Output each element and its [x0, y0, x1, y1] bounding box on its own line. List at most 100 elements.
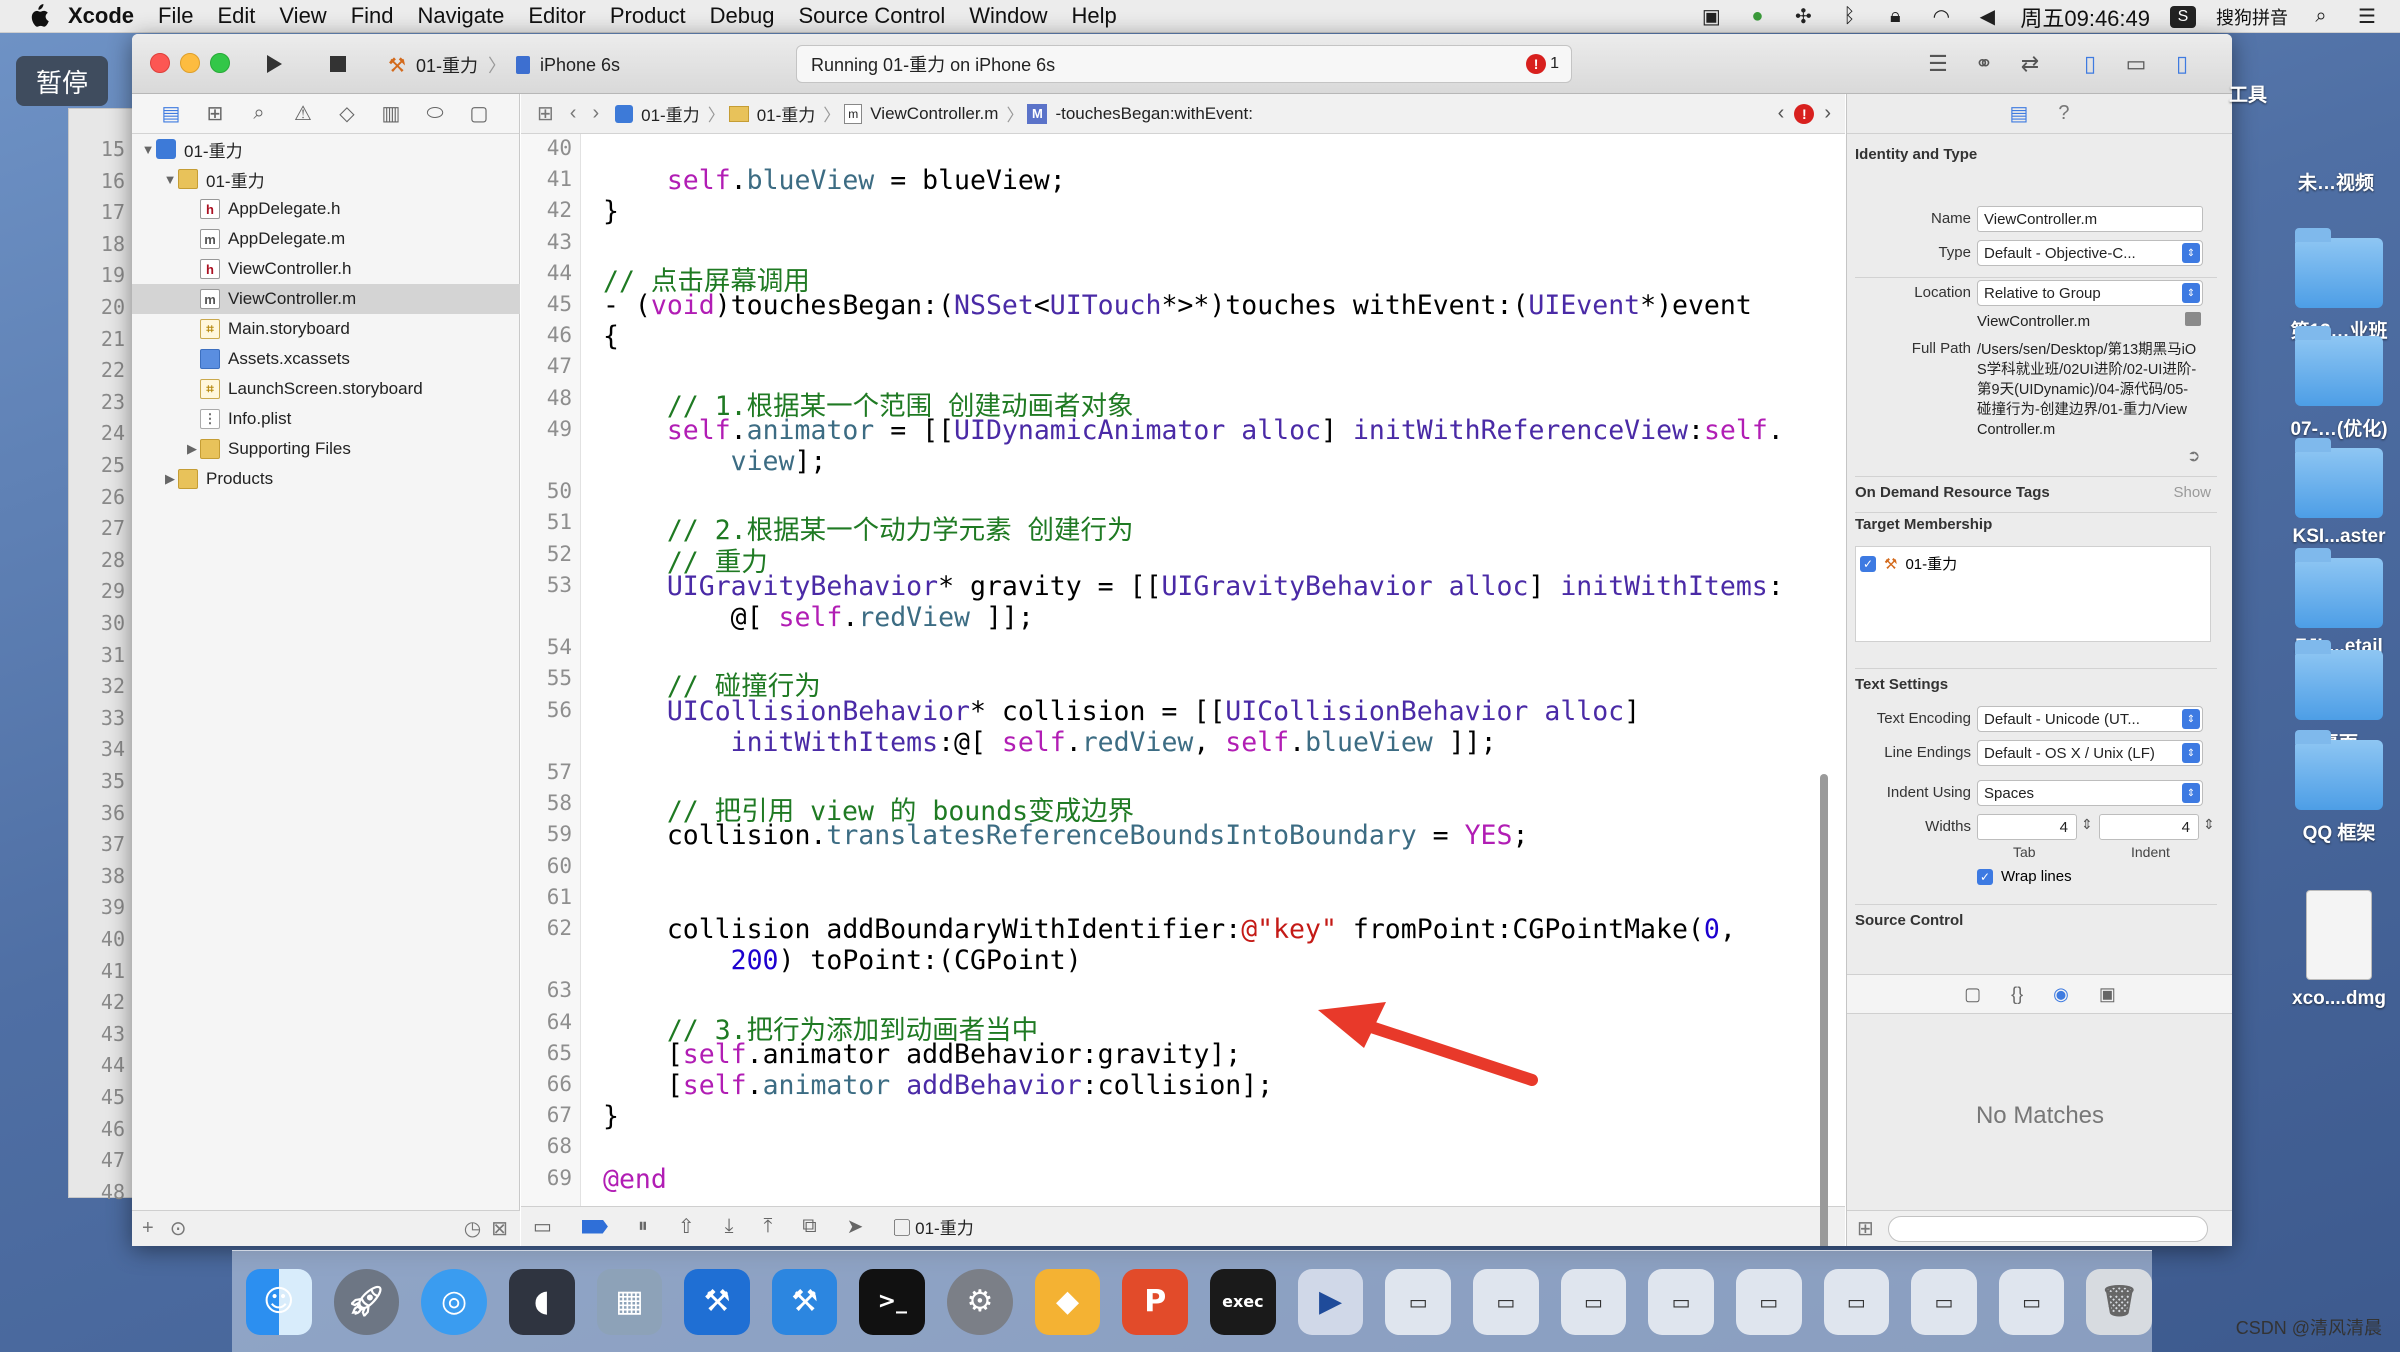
navigator-item[interactable]: ▶ Supporting Files	[132, 434, 520, 464]
location-icon[interactable]: ➤	[847, 1214, 864, 1239]
minimized-window-7-icon[interactable]: ▭	[1911, 1268, 1977, 1335]
minimized-window-8-icon[interactable]: ▭	[1998, 1268, 2065, 1335]
scheme-selector[interactable]: ⚒ 01-重力 〉 iPhone 6s	[388, 50, 620, 80]
close-window-button[interactable]	[150, 53, 170, 73]
navigator-item[interactable]: h ViewController.h	[132, 254, 520, 284]
green-status-icon[interactable]: ●	[1744, 5, 1770, 28]
console-icon[interactable]: exec	[1210, 1268, 1276, 1335]
debug-navigator-icon[interactable]: ▥	[378, 101, 404, 126]
navigator-item[interactable]: m AppDelegate.m	[132, 224, 520, 254]
minimized-window-4-icon[interactable]: ▭	[1648, 1268, 1714, 1335]
line-endings-popup[interactable]: Default - OS X / Unix (LF) ⇕	[1977, 740, 2203, 766]
menu-find[interactable]: Find	[351, 3, 394, 29]
scm-filter-icon[interactable]: ⊠	[491, 1216, 508, 1241]
wrap-lines-row[interactable]: ✓ Wrap lines	[1977, 868, 2072, 885]
stop-button[interactable]	[316, 46, 360, 82]
menu-app-name[interactable]: Xcode	[68, 3, 134, 29]
navigator-item[interactable]: ▶ Products	[132, 464, 520, 494]
desktop-item[interactable]: 未…视频	[2276, 160, 2396, 195]
filter-icon[interactable]: ⊙	[170, 1216, 187, 1241]
apple-menu-icon[interactable]	[26, 3, 50, 29]
toggle-navigator-icon[interactable]: ▯	[2072, 48, 2108, 80]
menu-source-control[interactable]: Source Control	[799, 3, 946, 29]
volume-icon[interactable]: ◀︎	[1974, 6, 2000, 28]
terminal-icon[interactable]: >_	[859, 1268, 926, 1335]
view-hierarchy-icon[interactable]: ⧉	[802, 1215, 816, 1238]
navigator-item[interactable]: ⌗ LaunchScreen.storyboard	[132, 374, 520, 404]
file-inspector-icon[interactable]: ▤	[2009, 101, 2028, 126]
issue-error-icon[interactable]: !	[1794, 103, 1815, 124]
hide-debug-area-icon[interactable]: ▭	[533, 1214, 552, 1239]
name-field[interactable]: ViewController.m	[1977, 206, 2203, 232]
encoding-popup[interactable]: Default - Unicode (UT... ⇕	[1977, 706, 2203, 732]
file-template-library-icon[interactable]: ▢	[1964, 984, 1981, 1005]
type-popup[interactable]: Default - Objective-C... ⇕	[1977, 240, 2203, 266]
network-icon[interactable]: ✣	[1790, 6, 1816, 28]
desktop-item[interactable]: QQ 框架	[2284, 730, 2394, 845]
minimized-window-5-icon[interactable]: ▭	[1735, 1268, 1802, 1335]
screen-record-icon[interactable]: ▣	[1698, 6, 1724, 28]
target-row[interactable]: ✓ ⚒ 01-重力	[1856, 547, 2210, 580]
sogou-ime-icon[interactable]: S	[2170, 5, 2196, 28]
step-over-icon[interactable]: ⇧	[678, 1214, 695, 1239]
keynote-pointer-icon[interactable]: P	[1122, 1268, 1189, 1335]
navigator-item[interactable]: ⋮ Info.plist	[132, 404, 520, 434]
menu-edit[interactable]: Edit	[217, 3, 255, 29]
crumb-project[interactable]: 01-重力	[615, 101, 700, 126]
minimized-window-3-icon[interactable]: ▭	[1560, 1268, 1627, 1335]
menu-view[interactable]: View	[279, 3, 326, 29]
quick-help-icon[interactable]: ?	[2058, 102, 2069, 125]
desktop-item[interactable]: KSI...aster	[2284, 438, 2394, 548]
disclosure-triangle-icon[interactable]: ▼	[140, 142, 156, 157]
back-arrow-icon[interactable]: ‹	[570, 102, 577, 125]
breakpoints-toggle-icon[interactable]	[581, 1219, 608, 1234]
find-navigator-icon[interactable]: ⌕	[246, 102, 272, 125]
pause-badge[interactable]: 暂停	[16, 56, 108, 106]
code-area[interactable]: self.blueView = blueView;}// 点击屏幕调用 - (vo…	[581, 134, 1805, 1206]
tab-width-stepper-icon[interactable]: ⇕	[2081, 816, 2093, 833]
ondemand-show-button[interactable]: Show	[2173, 484, 2211, 501]
sketch-icon[interactable]: ◆	[1034, 1268, 1101, 1335]
photo-app-icon[interactable]: ▦	[596, 1268, 663, 1335]
crumb-group[interactable]: 01-重力	[728, 101, 815, 126]
finder-icon[interactable]: ☺	[246, 1268, 312, 1335]
lock-icon[interactable]: 🔒︎	[1882, 5, 1908, 28]
minimized-window-2-icon[interactable]: ▭	[1472, 1268, 1539, 1335]
desktop-item[interactable]: xco....dmg	[2284, 890, 2394, 1010]
xcode-icon[interactable]: ⚒	[684, 1268, 750, 1335]
spotlight-search-icon[interactable]: ⌕	[2308, 5, 2334, 28]
menu-editor[interactable]: Editor	[528, 3, 585, 29]
forward-arrow-icon[interactable]: ›	[592, 102, 599, 125]
indent-width-field[interactable]: 4	[2099, 814, 2199, 840]
editor-scrollbar[interactable]	[1820, 774, 1828, 1246]
menu-file[interactable]: File	[158, 3, 193, 29]
indent-width-stepper-icon[interactable]: ⇕	[2203, 816, 2215, 833]
menu-debug[interactable]: Debug	[710, 3, 775, 29]
crumb-method[interactable]: M -touchesBegan:withEvent:	[1027, 103, 1253, 124]
menu-window[interactable]: Window	[969, 3, 1047, 29]
xcode-beta-icon[interactable]: ⚒	[771, 1268, 838, 1335]
grid-view-icon[interactable]: ⊞	[1857, 1216, 1874, 1241]
desktop-item[interactable]: 工具	[2216, 72, 2280, 107]
add-file-icon[interactable]: +	[142, 1217, 154, 1240]
library-search-field[interactable]	[1887, 1215, 2208, 1242]
media-library-icon[interactable]: ▣	[2099, 984, 2116, 1005]
navigator-item[interactable]: m ViewController.m	[132, 284, 520, 314]
bluetooth-icon[interactable]: ᛒ	[1836, 5, 1862, 28]
version-editor-icon[interactable]: ⇄	[2012, 48, 2048, 80]
code-snippet-library-icon[interactable]: {}	[2011, 984, 2023, 1005]
related-items-icon[interactable]: ⊞	[537, 101, 554, 126]
report-navigator-icon[interactable]: ▢	[466, 101, 492, 126]
tab-width-field[interactable]: 4	[1977, 814, 2077, 840]
zoom-window-button[interactable]	[210, 53, 230, 73]
quicktime-icon[interactable]: ▶	[1297, 1268, 1364, 1335]
object-library-icon[interactable]: ◉	[2053, 984, 2069, 1005]
standard-editor-icon[interactable]: ☰	[1920, 48, 1956, 80]
recent-files-icon[interactable]: ◷	[464, 1216, 481, 1241]
location-popup[interactable]: Relative to Group ⇕	[1977, 280, 2203, 306]
assistant-editor-icon[interactable]: ⚭	[1966, 48, 2002, 80]
trash-icon[interactable]: 🗑︎	[2086, 1268, 2153, 1335]
minimized-window-1-icon[interactable]: ▭	[1385, 1268, 1451, 1335]
ime-label[interactable]: 搜狗拼音	[2216, 4, 2288, 30]
symbol-navigator-icon[interactable]: ⊞	[202, 101, 228, 126]
